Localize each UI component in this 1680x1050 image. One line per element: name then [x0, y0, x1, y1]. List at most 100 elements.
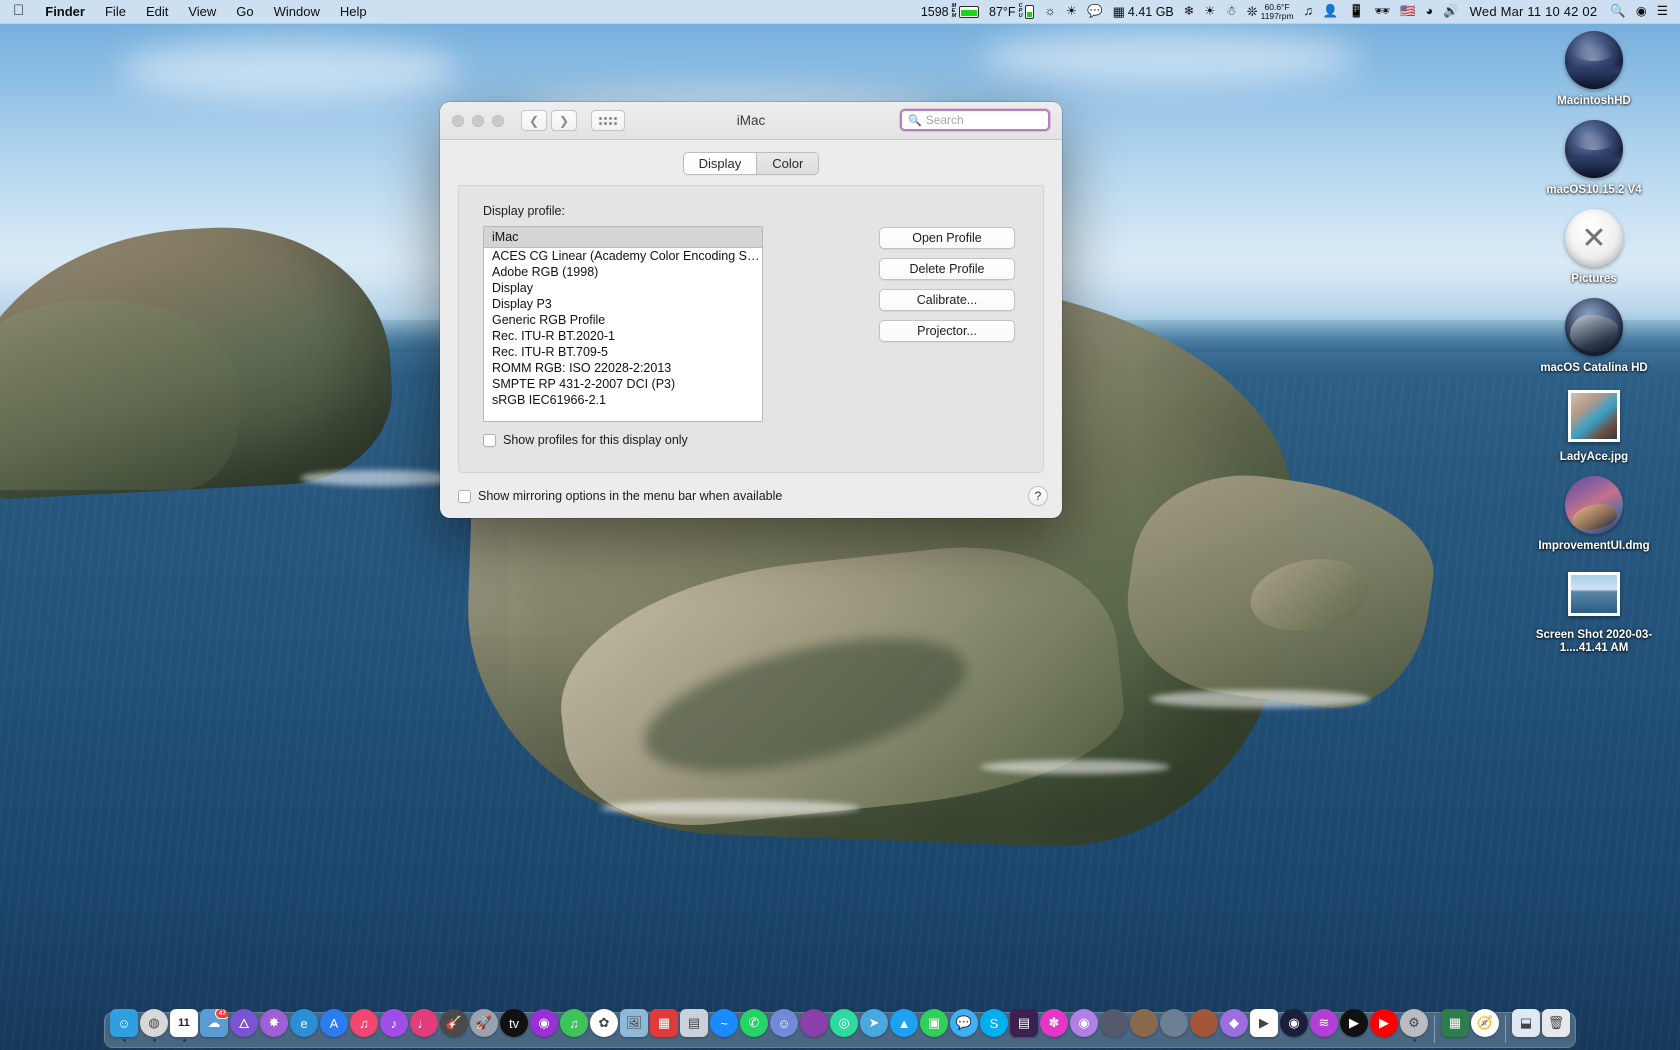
delete-profile-button[interactable]: Delete Profile: [879, 258, 1015, 280]
fan-icon[interactable]: ❄: [1179, 5, 1199, 18]
list-item[interactable]: Rec. ITU-R BT.709-5: [484, 344, 762, 360]
menu-item-edit[interactable]: Edit: [136, 4, 178, 19]
dock-item-apple-tv[interactable]: tv: [500, 1009, 528, 1042]
dock-item-telegram[interactable]: ➤: [860, 1009, 888, 1042]
dock-item-spotify[interactable]: ♫: [560, 1009, 588, 1042]
status-ram[interactable]: ▦ 4.41 GB: [1108, 5, 1179, 19]
menu-bar[interactable]:  Finder File Edit View Go Window Help 1…: [0, 0, 1680, 24]
show-all-grid-icon[interactable]: [591, 110, 625, 131]
list-item[interactable]: SMPTE RP 431-2-2007 DCI (P3): [484, 376, 762, 392]
dock-item-diamond-app[interactable]: ◆: [1220, 1009, 1248, 1042]
dock-item-github[interactable]: [800, 1009, 828, 1042]
github-icon[interactable]: [800, 1009, 828, 1037]
list-item[interactable]: Adobe RGB (1998): [484, 264, 762, 280]
apple-logo-icon[interactable]: : [0, 3, 35, 18]
sun-icon[interactable]: ☀: [1199, 5, 1220, 18]
messages-icon[interactable]: 💬: [950, 1009, 978, 1037]
photo3-icon[interactable]: [1160, 1009, 1188, 1037]
dock-item-image-capture[interactable]: ▤: [680, 1009, 708, 1042]
status-cpu-temp[interactable]: 87°F CPU: [984, 4, 1039, 19]
siri-icon[interactable]: ◍: [140, 1009, 168, 1037]
facetime-icon[interactable]: ▣: [920, 1009, 948, 1037]
menu-item-view[interactable]: View: [178, 4, 226, 19]
app-store-icon[interactable]: A: [320, 1009, 348, 1037]
profile-list-selected-item[interactable]: iMac: [484, 227, 762, 248]
dock-item-notes[interactable]: ▦: [1441, 1009, 1469, 1042]
dock-item-photos[interactable]: ✿: [590, 1009, 618, 1042]
show-mirroring-checkbox[interactable]: [458, 490, 471, 503]
chevron-right-icon[interactable]: ❯: [551, 110, 577, 131]
photo4-icon[interactable]: [1190, 1009, 1218, 1037]
window-traffic-lights[interactable]: [452, 115, 504, 127]
tab-color[interactable]: Color: [757, 153, 818, 174]
twitter-icon[interactable]: ▲: [890, 1009, 918, 1037]
disc-app-icon[interactable]: ◉: [1070, 1009, 1098, 1037]
menu-item-file[interactable]: File: [95, 4, 136, 19]
menu-item-help[interactable]: Help: [330, 4, 377, 19]
play-dark-icon[interactable]: ▶: [1340, 1009, 1368, 1037]
photo1-icon[interactable]: [1100, 1009, 1128, 1037]
music-alt-icon[interactable]: ♪: [380, 1009, 408, 1037]
qr-tool-icon[interactable]: ▦: [650, 1009, 678, 1037]
dock-item-youtube[interactable]: ▶: [1370, 1009, 1398, 1042]
instagram-icon[interactable]: ◎: [830, 1009, 858, 1037]
telegram-icon[interactable]: ➤: [860, 1009, 888, 1037]
podcasts-icon[interactable]: ◉: [530, 1009, 558, 1037]
player-app-icon[interactable]: ◉: [1280, 1009, 1308, 1037]
menu-bar-clock[interactable]: Wed Mar 11 10 42 02: [1464, 4, 1606, 19]
dock-item-preview[interactable]: 🖼: [620, 1009, 648, 1042]
dock-item-skype[interactable]: S: [980, 1009, 1008, 1042]
menu-item-go[interactable]: Go: [226, 4, 263, 19]
list-item[interactable]: Rec. ITU-R BT.2020-1: [484, 328, 762, 344]
dock-item-music[interactable]: ♫: [350, 1009, 378, 1042]
dock[interactable]: ☺◍11☁47🜂✸eA♫♪♩🎸🚀tv◉♫✿🖼▦▤~✆☺◎➤▲▣💬S▤✽◉◆▶◉≋…: [104, 1012, 1576, 1048]
dock-item-notes-app[interactable]: ▤: [1010, 1009, 1038, 1042]
photo2-icon[interactable]: [1130, 1009, 1158, 1037]
dock-item-firefox[interactable]: 🜂: [230, 1009, 258, 1042]
desktop-icon-macos-v4[interactable]: macOS10.15.2 V4: [1528, 119, 1660, 197]
list-item[interactable]: Display P3: [484, 296, 762, 312]
dock-item-podcasts[interactable]: ◉: [530, 1009, 558, 1042]
desktop-icon-catalina-hd[interactable]: macOS Catalina HD: [1528, 297, 1660, 375]
diamond-app-icon[interactable]: ◆: [1220, 1009, 1248, 1037]
firefox-icon[interactable]: 🜂: [230, 1009, 258, 1037]
dock-item-weather[interactable]: ☁47: [200, 1009, 228, 1042]
preview-icon[interactable]: 🖼: [620, 1009, 648, 1037]
dock-item-video-app[interactable]: ▶: [1250, 1009, 1278, 1042]
launchpad-icon[interactable]: 🚀: [470, 1009, 498, 1037]
open-profile-button[interactable]: Open Profile: [879, 227, 1015, 249]
show-profiles-checkbox[interactable]: [483, 434, 496, 447]
displays-preferences-window[interactable]: ❮ ❯ iMac 🔍 Display Color Display profile…: [440, 102, 1062, 518]
dock-item-wave-app[interactable]: ≋: [1310, 1009, 1338, 1042]
energy-leaf-icon[interactable]: ☃: [1220, 5, 1241, 18]
messenger-icon[interactable]: ~: [710, 1009, 738, 1037]
siri-icon[interactable]: ◉: [1631, 5, 1652, 18]
volume-icon[interactable]: 🔊: [1438, 5, 1464, 18]
notes-icon[interactable]: ▦: [1441, 1009, 1469, 1037]
dock-item-flower-app[interactable]: ✽: [1040, 1009, 1068, 1042]
safari-tp-icon[interactable]: ✸: [260, 1009, 288, 1037]
dock-item-app-store[interactable]: A: [320, 1009, 348, 1042]
video-app-icon[interactable]: ▶: [1250, 1009, 1278, 1037]
dock-item-photo4[interactable]: [1190, 1009, 1218, 1042]
calibrate-button[interactable]: Calibrate...: [879, 289, 1015, 311]
notification-center-icon[interactable]: ☰: [1652, 5, 1673, 18]
dock-item-instagram[interactable]: ◎: [830, 1009, 858, 1042]
safari-icon[interactable]: 🧭: [1471, 1009, 1499, 1037]
search-input[interactable]: [926, 113, 1042, 127]
desktop-icon-ladyace-jpg[interactable]: LadyAce.jpg: [1528, 386, 1660, 464]
notes-app-icon[interactable]: ▤: [1010, 1009, 1038, 1037]
dock-item-messages[interactable]: 💬: [950, 1009, 978, 1042]
spotlight-search-icon[interactable]: 🔍: [1605, 5, 1631, 18]
dock-item-launchpad[interactable]: 🚀: [470, 1009, 498, 1042]
profile-list[interactable]: iMac ACES CG Linear (Academy Color Encod…: [483, 226, 763, 422]
iphone-icon[interactable]: 📱: [1343, 5, 1369, 18]
help-button[interactable]: ?: [1028, 486, 1048, 506]
dock-item-finder[interactable]: ☺: [110, 1009, 138, 1042]
photos-icon[interactable]: ✿: [590, 1009, 618, 1037]
edge-icon[interactable]: e: [290, 1009, 318, 1037]
discord-icon[interactable]: ☺: [770, 1009, 798, 1037]
music-icon[interactable]: ♫: [350, 1009, 378, 1037]
brightness-low-icon[interactable]: ☼: [1039, 5, 1060, 18]
dock-item-photo2[interactable]: [1130, 1009, 1158, 1042]
